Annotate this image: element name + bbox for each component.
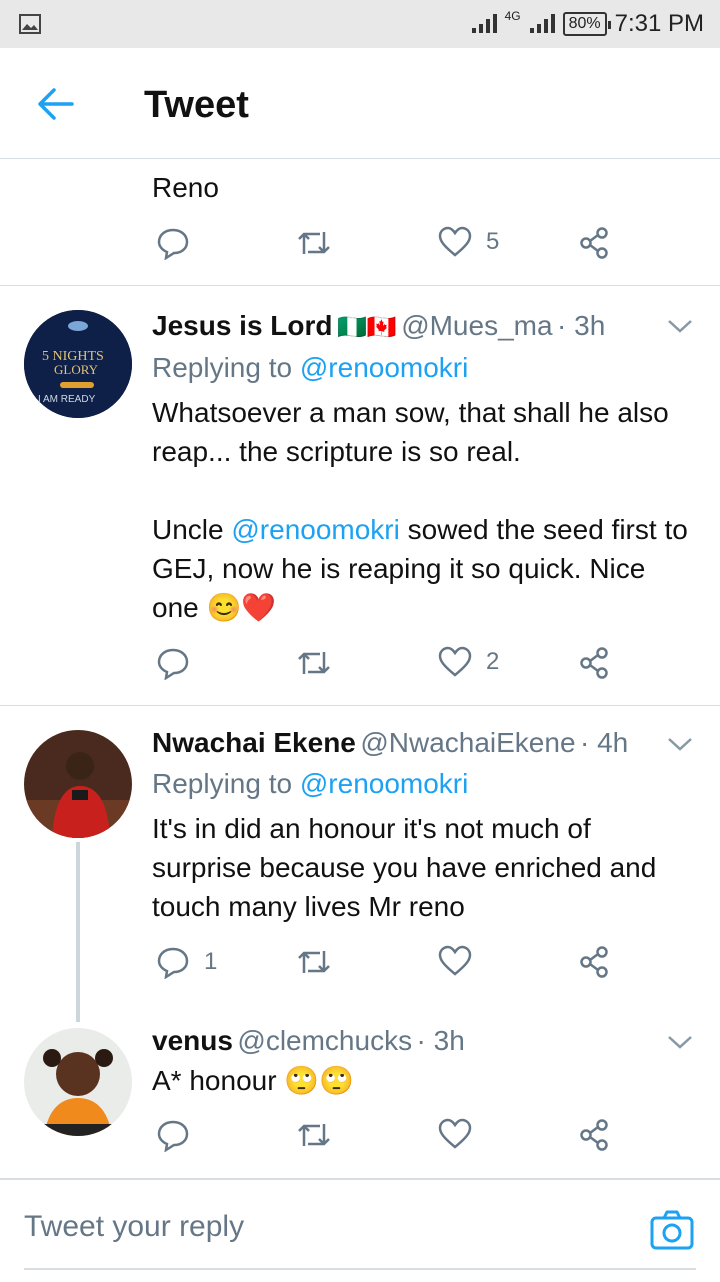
reply-count: 1 bbox=[204, 948, 218, 975]
reply-icon bbox=[157, 947, 189, 979]
heart-icon bbox=[438, 1118, 472, 1149]
tweet-time: · 4h bbox=[579, 727, 629, 758]
battery-indicator: 80% bbox=[562, 12, 611, 36]
mention-link[interactable]: @renoomokri bbox=[300, 768, 468, 799]
reply-button[interactable] bbox=[156, 646, 190, 680]
status-bar: 4G 80% 7:31 PM bbox=[0, 0, 720, 48]
like-button[interactable]: 2 bbox=[438, 646, 499, 678]
reply-button[interactable] bbox=[156, 226, 190, 260]
tweet-actions: 1 bbox=[152, 945, 632, 985]
chevron-down-icon[interactable] bbox=[666, 316, 694, 336]
like-count: 2 bbox=[486, 648, 500, 675]
tweet-text: Whatsoever a man sow, that shall he also… bbox=[152, 397, 669, 467]
tweet-actions bbox=[152, 1118, 632, 1158]
signal-icon-2 bbox=[529, 14, 555, 33]
like-button[interactable]: 5 bbox=[438, 226, 499, 258]
share-button[interactable] bbox=[578, 945, 612, 979]
avatar-text-2: GLORY bbox=[54, 362, 99, 377]
like-button[interactable] bbox=[438, 1118, 472, 1150]
mention-link[interactable]: @renoomokri bbox=[231, 514, 399, 545]
tweet-actions: 2 bbox=[152, 646, 632, 686]
avatar[interactable] bbox=[24, 1028, 132, 1136]
avatar[interactable] bbox=[24, 730, 132, 838]
replying-prefix: Replying to bbox=[152, 768, 300, 799]
flag-icons: 🇳🇬🇨🇦 bbox=[336, 314, 397, 341]
avatar-image: 5 NIGHTS GLORY I AM READY bbox=[24, 310, 132, 418]
chevron-down-icon[interactable] bbox=[666, 1032, 694, 1052]
reply-input[interactable]: Tweet your reply bbox=[24, 1210, 244, 1244]
status-time: 7:31 PM bbox=[614, 10, 704, 37]
share-button[interactable] bbox=[578, 226, 612, 260]
avatar-text-3: I AM READY bbox=[38, 394, 96, 405]
replying-to: Replying to @renoomokri bbox=[152, 768, 468, 800]
share-icon bbox=[580, 647, 608, 679]
back-arrow-icon[interactable] bbox=[36, 86, 74, 122]
page-title: Tweet bbox=[144, 84, 249, 126]
author-name[interactable]: Jesus is Lord bbox=[152, 310, 333, 341]
reply-icon bbox=[157, 1120, 189, 1152]
top-tweet-actions: 5 bbox=[152, 226, 632, 266]
network-type: 4G bbox=[504, 9, 521, 23]
share-icon bbox=[580, 946, 608, 978]
retweet-button[interactable] bbox=[296, 1118, 332, 1152]
chevron-down-icon[interactable] bbox=[666, 734, 694, 754]
tweet-time: · 3h bbox=[416, 1025, 465, 1056]
retweet-button[interactable] bbox=[296, 646, 332, 680]
mention-link[interactable]: @renoomokri bbox=[300, 352, 468, 383]
heart-icon bbox=[438, 945, 472, 976]
retweet-icon bbox=[298, 951, 330, 973]
heart-icon bbox=[438, 226, 472, 257]
share-icon bbox=[580, 1119, 608, 1151]
author-handle[interactable]: @Mues_ma bbox=[401, 310, 552, 341]
author-handle[interactable]: @NwachaiEkene bbox=[360, 727, 575, 758]
signal-icon bbox=[471, 14, 497, 33]
avatar[interactable]: 5 NIGHTS GLORY I AM READY bbox=[24, 310, 132, 418]
retweet-icon bbox=[298, 232, 330, 254]
tweet-text-2: Uncle @renoomokri sowed the seed first t… bbox=[152, 510, 697, 627]
share-icon bbox=[580, 227, 608, 259]
author-name[interactable]: Nwachai Ekene bbox=[152, 727, 356, 758]
camera-icon[interactable] bbox=[650, 1210, 694, 1250]
tweet-header: Nwachai Ekene @NwachaiEkene · 4h bbox=[152, 727, 628, 759]
replying-prefix: Replying to bbox=[152, 352, 300, 383]
reply-icon bbox=[157, 228, 189, 260]
heart-icon bbox=[438, 646, 472, 677]
tweet-header: Jesus is Lord 🇳🇬🇨🇦 @Mues_ma · 3h bbox=[152, 310, 605, 342]
reply-button[interactable]: 1 bbox=[156, 945, 217, 979]
share-button[interactable] bbox=[578, 1118, 612, 1152]
retweet-icon bbox=[298, 1124, 330, 1146]
retweet-icon bbox=[298, 652, 330, 674]
image-notification-icon bbox=[19, 14, 41, 34]
share-button[interactable] bbox=[578, 646, 612, 680]
thread-connector bbox=[76, 842, 80, 1022]
like-button[interactable] bbox=[438, 945, 472, 977]
tweet-text: It's in did an honour it's not much of s… bbox=[152, 813, 657, 922]
text-segment: Uncle bbox=[152, 514, 232, 545]
avatar-image bbox=[24, 1028, 132, 1136]
author-handle[interactable]: @clemchucks bbox=[237, 1025, 412, 1056]
app-header: Tweet bbox=[0, 48, 720, 159]
input-underline bbox=[24, 1268, 696, 1270]
avatar-image bbox=[24, 730, 132, 838]
reply-composer: Tweet your reply bbox=[0, 1178, 720, 1282]
retweet-button[interactable] bbox=[296, 226, 332, 260]
retweet-button[interactable] bbox=[296, 945, 332, 979]
tweet-header: venus @clemchucks · 3h bbox=[152, 1025, 465, 1057]
like-count: 5 bbox=[486, 228, 500, 255]
replying-to: Replying to @renoomokri bbox=[152, 352, 468, 384]
divider bbox=[0, 705, 720, 706]
reply-icon bbox=[157, 648, 189, 680]
tweet-time: · 3h bbox=[557, 310, 606, 341]
partial-tweet-text: Reno bbox=[152, 172, 219, 203]
author-name[interactable]: venus bbox=[152, 1025, 233, 1056]
divider bbox=[0, 285, 720, 286]
reply-button[interactable] bbox=[156, 1118, 190, 1152]
tweet-text: A* honour 🙄🙄 bbox=[152, 1065, 355, 1096]
